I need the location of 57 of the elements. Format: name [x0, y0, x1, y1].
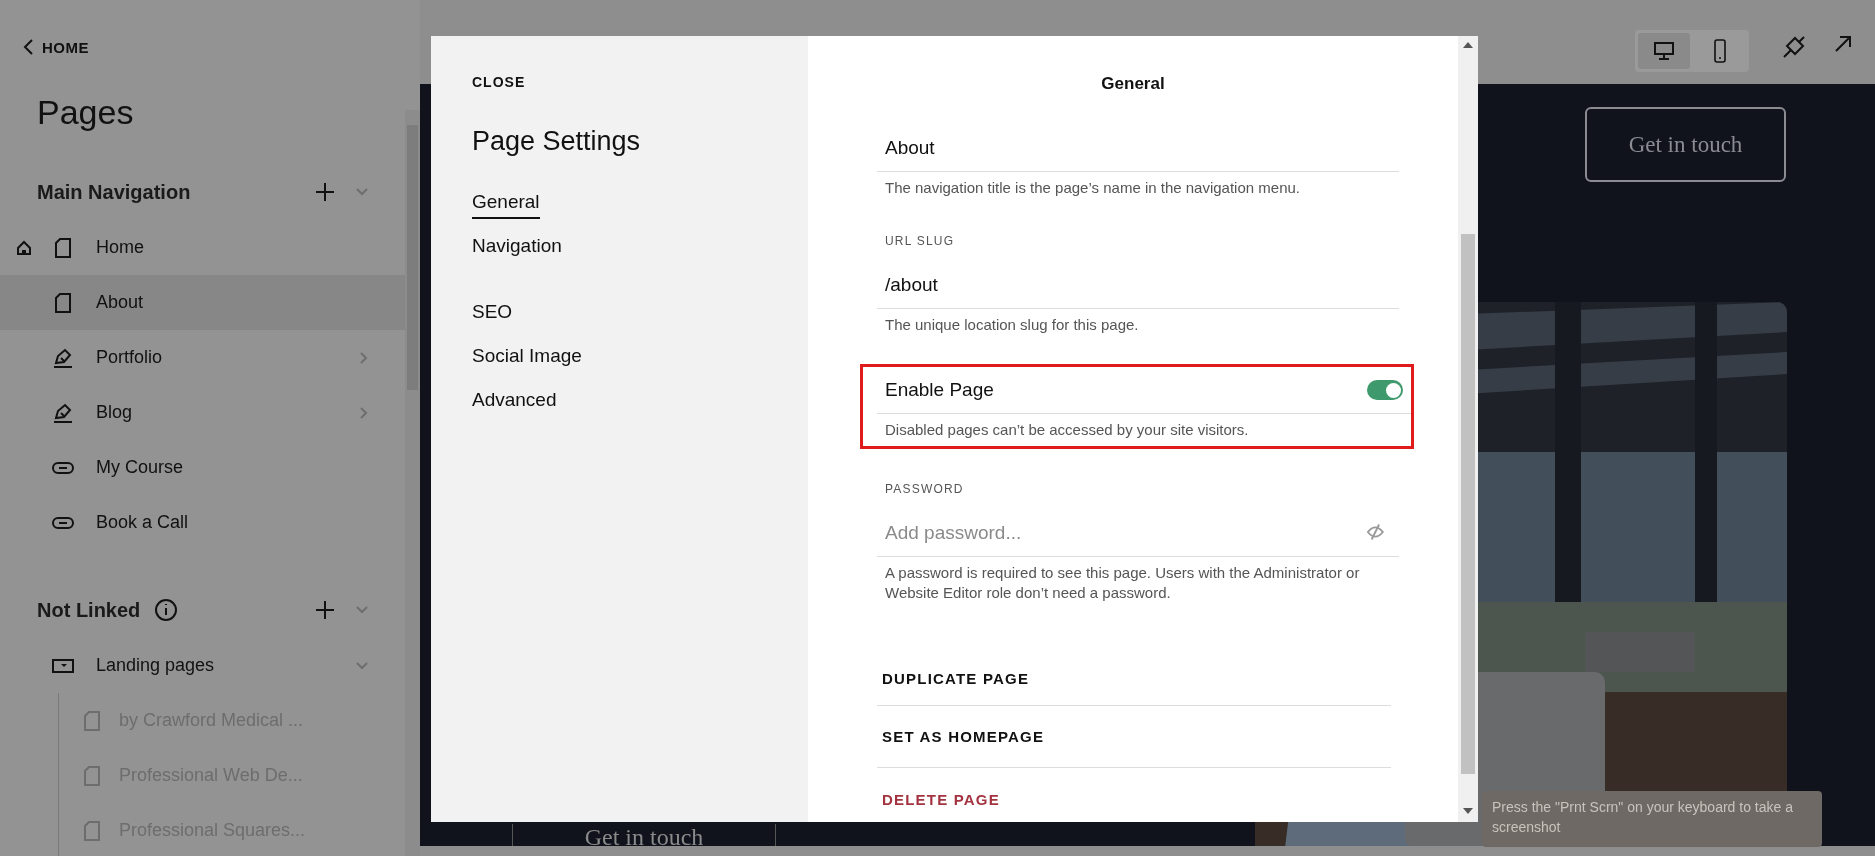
page-list-item[interactable]: Blog [0, 385, 405, 440]
link-icon [51, 460, 75, 475]
page-list-item[interactable]: Book a Call [0, 495, 405, 550]
back-link[interactable]: HOME [22, 38, 89, 56]
panel-title: General [1100, 74, 1166, 94]
close-button[interactable]: CLOSE [472, 74, 526, 90]
scroll-down-arrow-icon[interactable] [1463, 808, 1473, 814]
text-field[interactable]: About [877, 123, 1399, 172]
folder-icon [51, 657, 75, 674]
page-list-item[interactable]: Portfolio [0, 330, 405, 385]
brush-icon [1781, 34, 1807, 60]
settings-tab[interactable]: Advanced [472, 389, 557, 417]
field-label: URL SLUG [885, 234, 956, 248]
action-button[interactable]: DELETE PAGE [877, 768, 1391, 822]
settings-tab[interactable]: General [472, 191, 540, 219]
page-list-item[interactable]: Home [0, 220, 405, 275]
help-text: Disabled pages can’t be accessed by your site visitors. [884, 420, 1250, 440]
plus-icon [315, 600, 335, 620]
document-icon [83, 819, 101, 842]
section-title: Not Linked [37, 598, 141, 622]
password-field[interactable]: Add password... [877, 508, 1367, 556]
get-in-touch-button[interactable]: Get in touch [1585, 107, 1786, 182]
settings-tab[interactable]: Navigation [472, 235, 562, 263]
document-icon [54, 236, 72, 259]
plus-icon [315, 182, 335, 202]
page-list-item[interactable]: My Course [0, 440, 405, 495]
arrow-icon [1833, 34, 1853, 54]
field-label: PASSWORD [885, 482, 965, 496]
page-list-item[interactable]: About [0, 275, 405, 330]
scrollbar[interactable] [405, 110, 420, 856]
document-icon [83, 709, 101, 732]
pencil-icon [52, 346, 74, 369]
scroll-up-arrow-icon[interactable] [1463, 42, 1473, 48]
help-text: The unique location slug for this page. [884, 315, 1140, 335]
phone-icon [1713, 39, 1727, 63]
toggle-switch[interactable] [1367, 380, 1403, 400]
link-icon [51, 515, 75, 530]
section-title: Main Navigation [37, 180, 191, 204]
dialog-title: Page Settings [472, 126, 642, 157]
text-field[interactable]: /about [877, 260, 1399, 309]
document-icon [83, 764, 101, 787]
action-button[interactable]: SET AS HOMEPAGE [877, 706, 1391, 768]
settings-tab[interactable]: SEO [472, 301, 513, 329]
monitor-icon [1653, 41, 1675, 61]
desktop-view-button[interactable] [1638, 33, 1690, 69]
action-button[interactable]: DUPLICATE PAGE [877, 652, 1391, 706]
toggle-label: Enable Page [885, 379, 994, 401]
scrollbar[interactable] [1458, 36, 1478, 822]
document-icon [54, 291, 72, 314]
help-text: The navigation title is the page’s name in the navigation menu. [884, 178, 1301, 198]
eye-slash-icon [1366, 522, 1385, 542]
toast-message: Press the "Prnt Scrn" on your keyboard to take a screenshot [1492, 799, 1793, 835]
help-text: A password is required to see this page. Users with the Administrator or Website Editor role don’t need a password. [884, 563, 1361, 603]
pencil-icon [52, 401, 74, 424]
page-heading: Pages [37, 92, 135, 132]
settings-tab[interactable]: Social Image [472, 345, 582, 373]
page-list-item[interactable]: Landing pages [0, 638, 405, 693]
